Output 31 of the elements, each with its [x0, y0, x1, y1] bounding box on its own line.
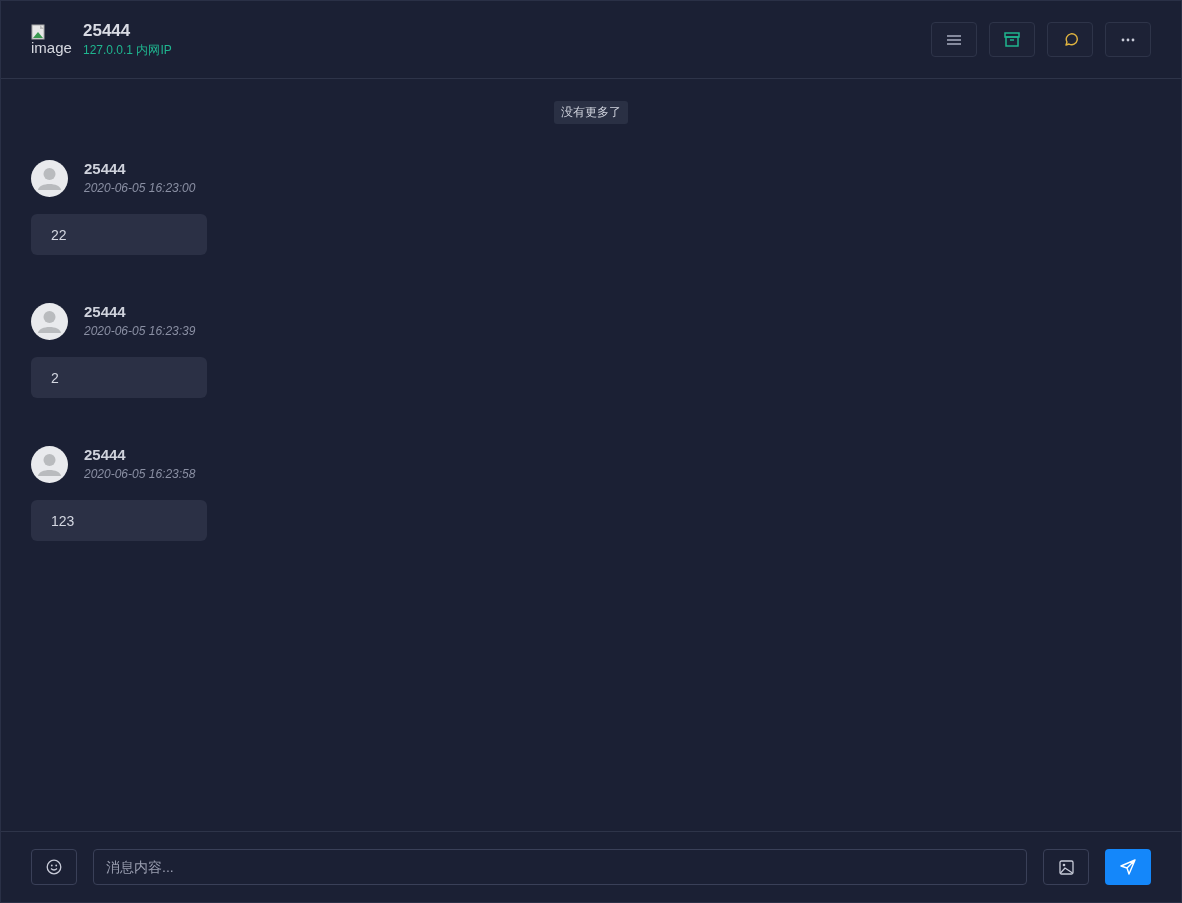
smiley-icon — [46, 859, 62, 875]
message-time: 2020-06-05 16:23:39 — [84, 324, 196, 338]
message-author: 25444 — [84, 160, 127, 177]
message-bubble: 22 — [31, 214, 207, 255]
speech-bubble-icon — [1062, 32, 1078, 47]
menu-icon — [947, 33, 961, 46]
no-more-notice: 没有更多了 — [554, 101, 628, 124]
archive-icon — [1004, 32, 1020, 47]
avatar-icon — [31, 160, 68, 197]
message-bubble: 2 — [31, 357, 207, 398]
archive-button[interactable] — [989, 22, 1035, 57]
emoji-button[interactable] — [31, 849, 77, 885]
image-alt-text: image — [31, 39, 72, 56]
message-time: 2020-06-05 16:23:58 — [84, 467, 196, 481]
message-bubble: 123 — [31, 500, 207, 541]
message-time: 2020-06-05 16:23:00 — [84, 181, 196, 195]
contact-ip: 127.0.0.1 内网IP — [83, 41, 172, 59]
more-icon — [1121, 37, 1135, 42]
image-upload-button[interactable] — [1043, 849, 1089, 885]
message-author: 25444 — [84, 446, 127, 463]
message-author: 25444 — [84, 303, 127, 320]
message-input[interactable]: 消息内容... — [93, 849, 1027, 885]
contact-name: 25444 — [83, 20, 132, 41]
avatar-icon — [31, 446, 68, 483]
broken-image-icon — [31, 23, 47, 40]
chat-button[interactable] — [1047, 22, 1093, 57]
menu-button[interactable] — [931, 22, 977, 57]
send-icon — [1120, 859, 1136, 875]
send-button[interactable] — [1105, 849, 1151, 885]
image-icon — [1058, 859, 1074, 875]
avatar-icon — [31, 303, 68, 340]
